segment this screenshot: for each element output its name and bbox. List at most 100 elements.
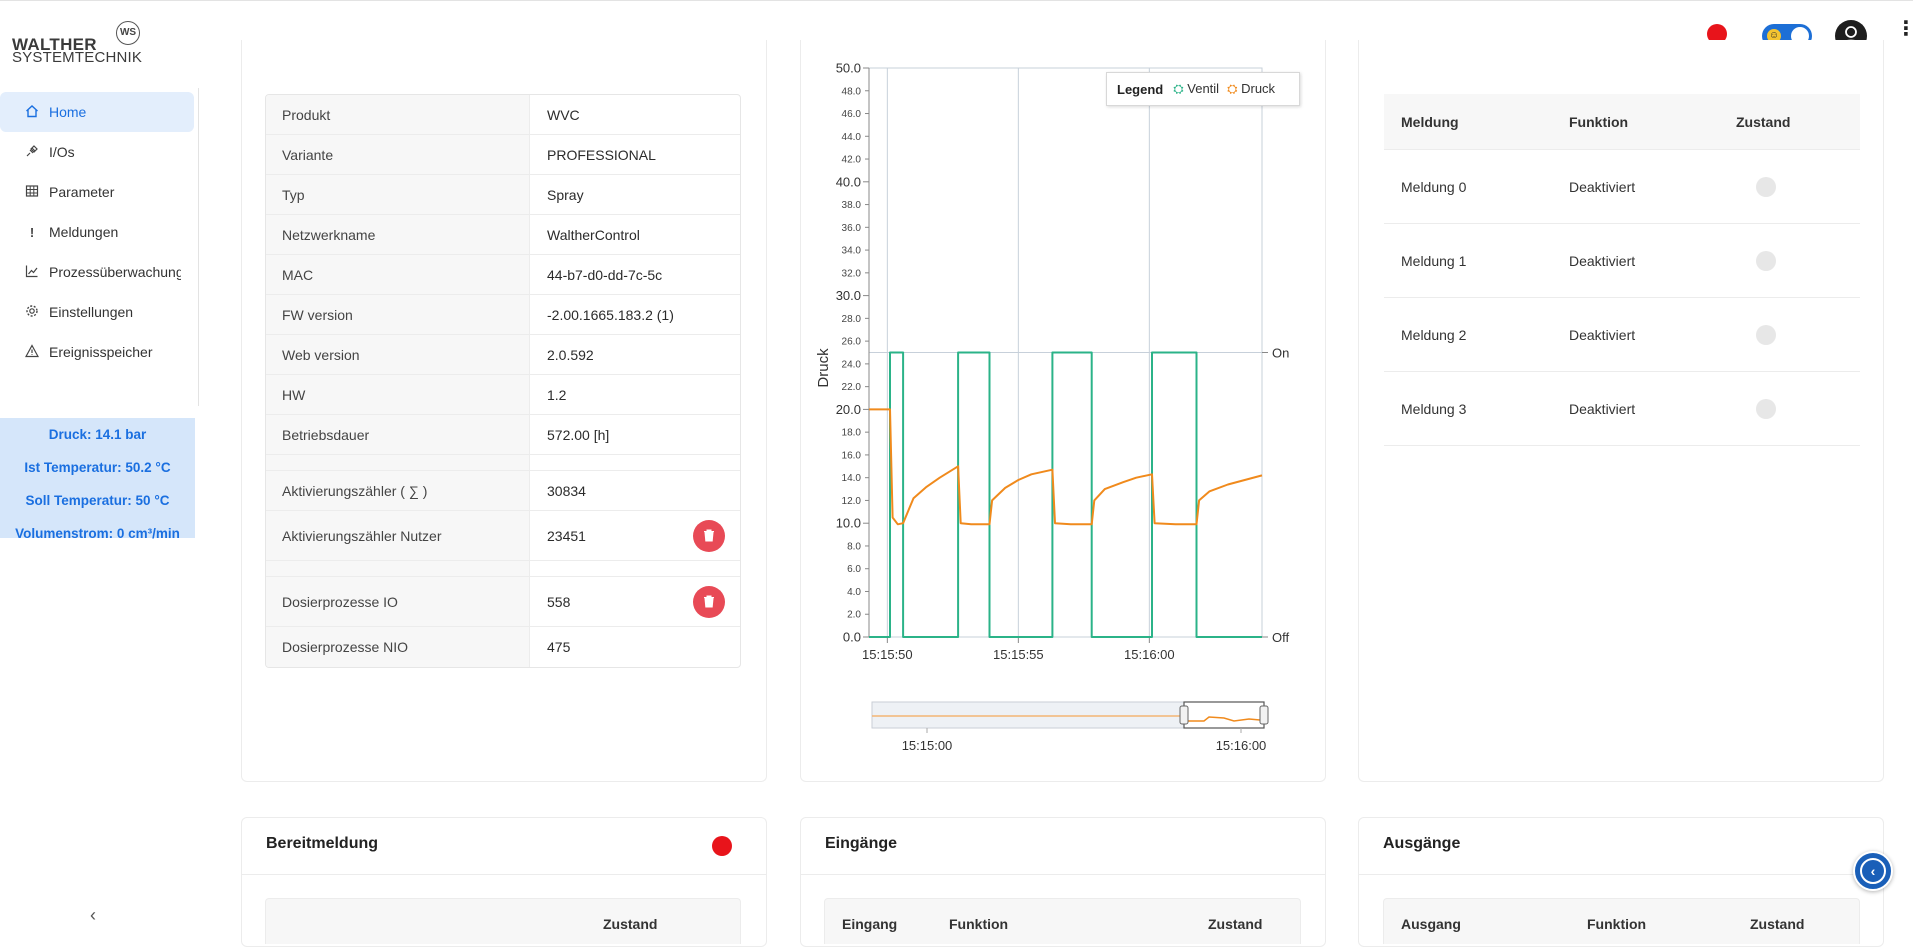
column-header: Eingang — [842, 916, 898, 932]
column-header: Funktion — [1569, 113, 1629, 130]
druck-legend-icon: ⛭ — [1227, 81, 1238, 96]
divider — [801, 874, 1325, 875]
x-tick-label: 15:16:00 — [1124, 647, 1175, 662]
x-tick-label: 15:15:55 — [993, 647, 1044, 662]
y-minor-tick-label: 6.0 — [847, 564, 861, 575]
sidebar-item-einstellungen[interactable]: Einstellungen — [0, 292, 194, 332]
column-header: Zustand — [1750, 916, 1805, 932]
state-indicator — [1756, 324, 1776, 345]
card-title: Ausgänge — [1383, 835, 1461, 852]
y-minor-tick-label: 34.0 — [842, 246, 862, 257]
info-key: Betriebsdauer — [266, 415, 530, 454]
bereitmeldung-table-header: Zustand — [265, 898, 741, 944]
y-minor-tick-label: 2.0 — [847, 610, 861, 621]
sidebar-item-label: Home — [49, 104, 87, 120]
table-header: Meldung Funktion Zustand — [1384, 94, 1860, 150]
volumenstrom-status: Volumenstrom: 0 cm³/min — [15, 526, 180, 541]
right-axis-label: Off — [1272, 630, 1289, 645]
sidebar-item-ereignisspeicher[interactable]: Ereignisspeicher — [0, 332, 194, 372]
scroll-back-button[interactable]: ‹ — [1853, 851, 1893, 891]
sidebar-item-ios[interactable]: I/Os — [0, 132, 194, 172]
logo: WS WALTHER SYSTEMTECHNIK — [12, 19, 147, 67]
table-row: Betriebsdauer 572.00 [h] — [266, 415, 740, 455]
y-minor-tick-label: 26.0 — [842, 337, 862, 348]
eingaenge-table-header: Eingang Funktion Zustand — [824, 898, 1301, 944]
table-row: Variante PROFESSIONAL — [266, 135, 740, 175]
info-value-cell: 558 — [530, 577, 740, 626]
state-indicator — [1756, 176, 1776, 197]
y-minor-tick-label: 48.0 — [842, 86, 862, 97]
info-value: 558 — [547, 593, 571, 610]
column-header: Meldung — [1401, 113, 1459, 130]
gear-icon — [22, 304, 42, 321]
sidebar-item-home[interactable]: Home — [0, 92, 194, 132]
chart-line-icon — [22, 264, 42, 281]
table-row: Web version 2.0.592 — [266, 335, 740, 375]
logo-badge: WS — [116, 21, 140, 45]
table-row: Meldung 1 Deaktiviert — [1384, 224, 1860, 298]
y-minor-tick-label: 44.0 — [842, 132, 862, 143]
y-minor-tick-label: 42.0 — [842, 155, 862, 166]
legend-item-druck[interactable]: ⛭ Druck — [1227, 81, 1275, 97]
divider — [1359, 874, 1883, 875]
y-minor-tick-label: 14.0 — [842, 473, 862, 484]
sidebar-item-label: Meldungen — [49, 224, 119, 240]
table-row: Dosierprozesse IO 558 — [266, 577, 740, 627]
y-tick-label: 40.0 — [836, 174, 861, 189]
info-value: 44-b7-d0-dd-7c-5c — [547, 266, 663, 283]
card-title: Bereitmeldung — [266, 835, 379, 852]
info-value: PROFESSIONAL — [547, 146, 656, 163]
table-row: Produkt WVC — [266, 95, 740, 135]
soll-temperatur-status: Soll Temperatur: 50 °C — [25, 493, 170, 508]
table-row: MAC 44-b7-d0-dd-7c-5c — [266, 255, 740, 295]
sidebar-item-label: Prozessüberwachung — [49, 264, 181, 280]
info-value: 2.0.592 — [547, 346, 594, 363]
divider — [242, 874, 766, 875]
y-minor-tick-label: 22.0 — [842, 382, 862, 393]
trash-icon — [704, 595, 714, 608]
y-minor-tick-label: 28.0 — [842, 314, 862, 325]
info-value: 23451 — [547, 527, 586, 544]
info-key: Typ — [266, 175, 530, 214]
info-key: Dosierprozesse IO — [266, 577, 530, 626]
table-row: Dosierprozesse NIO 475 — [266, 627, 740, 667]
ist-temperatur-status: Ist Temperatur: 50.2 °C — [24, 460, 171, 475]
sidebar-divider — [198, 88, 199, 406]
sidebar-item-parameter[interactable]: Parameter — [0, 172, 194, 212]
reset-aktivierungszaehler-button[interactable] — [693, 519, 725, 552]
right-axis-label: On — [1272, 346, 1289, 361]
reset-dosierprozesse-button[interactable] — [693, 585, 725, 618]
meldung-funktion: Deaktiviert — [1569, 178, 1636, 195]
collapse-sidebar-icon[interactable]: ‹ — [90, 905, 96, 926]
info-key: FW version — [266, 295, 530, 334]
y-minor-tick-label: 16.0 — [842, 450, 862, 461]
sidebar-item-prozessueberwachung[interactable]: Prozessüberwachung — [0, 252, 194, 292]
legend-item-ventil[interactable]: ⛭ Ventil — [1173, 81, 1219, 97]
info-value-cell: 23451 — [530, 511, 740, 560]
column-header: Zustand — [1208, 916, 1263, 932]
column-header: Funktion — [949, 916, 1009, 932]
home-icon — [22, 104, 42, 121]
state-indicator — [1756, 398, 1776, 419]
y-minor-tick-label: 32.0 — [842, 268, 862, 279]
y-minor-tick-label: 18.0 — [842, 428, 862, 439]
y-minor-tick-label: 36.0 — [842, 223, 862, 234]
legend-title: Legend — [1117, 81, 1164, 97]
ausgaenge-table-header: Ausgang Funktion Zustand — [1383, 898, 1860, 944]
info-key: Produkt — [266, 95, 530, 134]
sidebar-item-meldungen[interactable]: ! Meldungen — [0, 212, 194, 252]
more-menu-icon[interactable]: ⋮ — [1896, 19, 1913, 39]
table-spacer-row — [266, 561, 740, 577]
meldung-name: Meldung 1 — [1401, 252, 1467, 269]
pressure-chart: 15:15:50 15:15:55 15:16:00 0.0 10.0 20.0 30.0 4… — [800, 61, 1325, 774]
y-axis-label: Druck — [815, 348, 832, 388]
info-value: WaltherControl — [547, 226, 640, 243]
info-value: Spray — [547, 186, 584, 203]
table-icon — [22, 184, 42, 201]
meldung-funktion: Deaktiviert — [1569, 400, 1636, 417]
y-minor-tick-label: 8.0 — [847, 541, 861, 552]
y-minor-tick-label: 4.0 — [847, 587, 861, 598]
series-line-druck — [869, 408, 1263, 526]
meldung-name: Meldung 0 — [1401, 178, 1467, 195]
navigator-handle-right — [1259, 705, 1269, 725]
